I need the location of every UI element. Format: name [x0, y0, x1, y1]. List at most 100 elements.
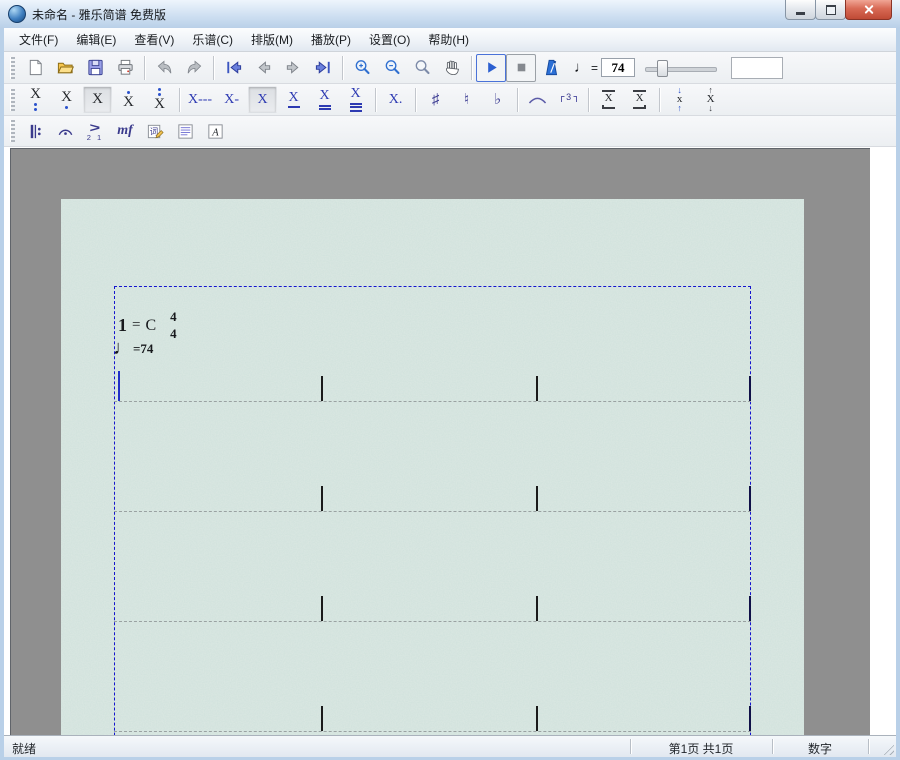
grace-note-after-button[interactable]: X	[625, 86, 654, 113]
hand-icon	[443, 58, 462, 77]
half-note-button[interactable]: X-	[217, 86, 246, 113]
restore-button[interactable]	[815, 0, 846, 20]
dynamics-button[interactable]: >2 1	[80, 117, 110, 145]
flat-button[interactable]: ♭	[483, 86, 512, 113]
toolbar-separator	[342, 56, 343, 80]
minimize-button[interactable]	[785, 0, 816, 20]
last-page-button[interactable]	[308, 54, 338, 82]
key-number: 1	[118, 315, 127, 336]
music-line	[114, 401, 751, 402]
tempo-marking: ♩ =74	[113, 339, 153, 357]
metronome-button[interactable]	[536, 54, 566, 82]
prev-page-button[interactable]	[248, 54, 278, 82]
play-icon	[482, 58, 501, 77]
octave-down-2-button[interactable]: X	[21, 86, 50, 113]
duration-label: X-	[224, 93, 239, 107]
eighth-note-button[interactable]: X	[279, 86, 308, 113]
music-line	[114, 511, 751, 512]
score-page[interactable]: 1 = C 4 4 ♩ =74	[61, 199, 804, 735]
menu-file[interactable]: 文件(F)	[10, 28, 67, 51]
toolbar-separator	[588, 88, 589, 112]
mf-icon: mf	[117, 123, 133, 139]
dotted-note-button[interactable]: X.	[381, 86, 410, 113]
toolbar-separator	[179, 88, 180, 112]
triplet-button[interactable]: 3	[554, 86, 583, 113]
fermata-button[interactable]	[50, 117, 80, 145]
toolbar-separator	[471, 56, 472, 80]
toolbar-grip[interactable]	[10, 120, 15, 142]
slur-button[interactable]	[523, 86, 552, 113]
status-bar: 就绪 第1页 共1页 数字	[4, 735, 896, 757]
first-page-icon	[224, 58, 243, 77]
grace-note-before-button[interactable]: X	[594, 86, 623, 113]
triplet-icon: 3	[560, 94, 578, 106]
print-button[interactable]	[110, 54, 140, 82]
octave-middle-button[interactable]: X	[83, 86, 112, 113]
octave-dot	[158, 88, 161, 91]
save-button[interactable]	[80, 54, 110, 82]
sixteenth-note-button[interactable]: X	[310, 86, 339, 113]
extra-input-box[interactable]	[731, 57, 783, 79]
menu-view[interactable]: 查看(V)	[125, 28, 183, 51]
sharp-button[interactable]: ♯	[421, 86, 450, 113]
title-bar[interactable]: 未命名 - 雅乐简谱 免费版	[0, 0, 900, 28]
redo-button[interactable]	[179, 54, 209, 82]
glissando-in-button[interactable]: ↓x↑	[665, 86, 694, 113]
octave-up-1-button[interactable]: X	[114, 86, 143, 113]
thirtysecond-note-button[interactable]: X	[341, 86, 370, 113]
menu-settings[interactable]: 设置(O)	[360, 28, 419, 51]
octave-up-2-button[interactable]: X	[145, 86, 174, 113]
new-file-button[interactable]	[20, 54, 50, 82]
glissando-out-icon: ↑X↓	[707, 87, 715, 112]
zoom-out-button[interactable]	[377, 54, 407, 82]
toolbar-grip[interactable]	[10, 57, 15, 79]
open-file-button[interactable]	[50, 54, 80, 82]
glissando-in-icon: ↓x↑	[677, 87, 683, 112]
barline-end	[749, 706, 751, 731]
octave-down-1-button[interactable]: X	[52, 86, 81, 113]
music-line	[114, 731, 751, 732]
resize-grip[interactable]	[881, 742, 894, 755]
whole-note-button[interactable]: X---	[185, 86, 215, 113]
menu-help[interactable]: 帮助(H)	[419, 28, 478, 51]
minimize-icon	[796, 12, 805, 15]
zoom-in-button[interactable]	[347, 54, 377, 82]
undo-button[interactable]	[149, 54, 179, 82]
menu-bar: 文件(F) 编辑(E) 查看(V) 乐谱(C) 排版(M) 播放(P) 设置(O…	[4, 28, 896, 52]
toolbar-grip[interactable]	[10, 89, 15, 111]
redo-icon	[185, 58, 204, 77]
text-block-button[interactable]	[170, 117, 200, 145]
menu-play[interactable]: 播放(P)	[302, 28, 360, 51]
note-x-label: X	[30, 87, 41, 102]
zoom-select-button[interactable]	[407, 54, 437, 82]
close-button[interactable]	[845, 0, 892, 20]
stop-button[interactable]	[506, 54, 536, 82]
tempo-slider[interactable]	[645, 58, 717, 78]
time-denominator: 4	[170, 326, 177, 343]
document-canvas[interactable]: 1 = C 4 4 ♩ =74	[10, 148, 870, 735]
quarter-note-button[interactable]: X	[248, 86, 277, 113]
menu-edit[interactable]: 编辑(E)	[67, 28, 125, 51]
toolbar-separator	[415, 88, 416, 112]
tempo-note-icon: ♩	[574, 59, 589, 76]
menu-score[interactable]: 乐谱(C)	[183, 28, 242, 51]
repeat-barline-button[interactable]	[20, 117, 50, 145]
lyrics-button[interactable]: 词	[140, 117, 170, 145]
tempo-equals-label: =	[591, 61, 598, 75]
hand-tool-button[interactable]	[437, 54, 467, 82]
metronome-icon	[542, 58, 561, 77]
magnifier-icon	[413, 58, 432, 77]
tempo-input[interactable]	[601, 58, 635, 77]
next-page-button[interactable]	[278, 54, 308, 82]
play-button[interactable]	[476, 54, 506, 82]
mezzo-forte-button[interactable]: mf	[110, 117, 140, 145]
toolbar-separator	[213, 56, 214, 80]
text-tool-button[interactable]: A	[200, 117, 230, 145]
menu-layout[interactable]: 排版(M)	[242, 28, 302, 51]
underline-mark	[288, 106, 300, 108]
glissando-out-button[interactable]: ↑X↓	[696, 86, 725, 113]
first-page-button[interactable]	[218, 54, 248, 82]
natural-button[interactable]: ♮	[452, 86, 481, 113]
barline-end	[749, 376, 751, 401]
slider-thumb[interactable]	[657, 60, 668, 77]
